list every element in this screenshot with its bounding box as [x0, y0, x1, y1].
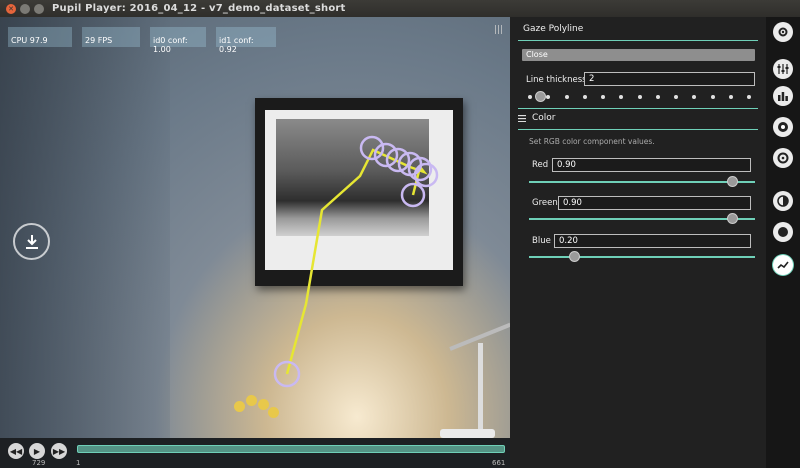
gaze-polyline-overlay [273, 135, 439, 388]
slider-step-dot [655, 95, 660, 99]
download-icon [25, 234, 38, 249]
line-thickness-slider[interactable] [520, 91, 755, 103]
trim-start-label: 1 [76, 459, 81, 467]
section-divider [518, 108, 758, 109]
seek-bar[interactable] [77, 445, 505, 453]
slider-step-dot [747, 95, 751, 99]
red-label: Red [532, 160, 549, 170]
blue-slider-handle[interactable] [569, 251, 581, 262]
slider-step-dot [528, 95, 532, 99]
vis-circle-icon [778, 122, 788, 132]
plugins-icon [777, 64, 789, 74]
play-icon: ▶ [33, 446, 41, 456]
performance-stats: CPU 97.9 29 FPS id0 conf: 1.00 id1 conf:… [8, 27, 276, 54]
gaze-polyline [285, 148, 428, 375]
plugin-settings-panel: Gaze Polyline Close Line thickness 2 Col… [510, 17, 766, 468]
slider-step-dot [564, 95, 569, 99]
panel-title-divider [518, 40, 758, 41]
rewind-button[interactable]: ◀◀ [8, 443, 24, 459]
green-slider-handle[interactable] [727, 213, 739, 224]
fixation-icon [777, 195, 789, 207]
slider-step-dot [601, 95, 605, 99]
slider-step-dot [728, 95, 733, 99]
total-frames-label: 729 [32, 459, 46, 467]
panel-title: Gaze Polyline [523, 24, 584, 34]
trim-end-label: 661 [492, 459, 506, 467]
gaze-point-circle [359, 135, 385, 161]
color-section-header[interactable]: Color [518, 113, 556, 123]
slider-step-dot [582, 95, 587, 99]
vis-dot-icon [778, 227, 788, 237]
green-input[interactable]: 0.90 [558, 196, 751, 210]
line-thickness-input[interactable]: 2 [584, 72, 755, 86]
window-title: Pupil Player: 2016_04_12 - v7_demo_datas… [52, 3, 346, 14]
green-label: Green [532, 198, 558, 208]
blue-slider-track[interactable] [529, 256, 755, 258]
hamburger-icon [518, 114, 526, 122]
id1-confidence-graph: id1 conf: 0.92 [216, 27, 276, 54]
fps-label: 29 FPS [85, 36, 113, 45]
cpu-graph: CPU 97.9 [8, 27, 72, 47]
rewind-icon: ◀◀ [9, 446, 23, 456]
slider-step-dot [619, 95, 624, 99]
fixation-button[interactable] [773, 191, 793, 211]
vis-dot-button[interactable] [773, 222, 793, 242]
window-close-button[interactable]: ✕ [6, 3, 16, 14]
line-thickness-label: Line thickness [526, 75, 587, 85]
red-slider-handle[interactable] [727, 176, 739, 187]
vis-circle-button[interactable] [773, 117, 793, 137]
id0-confidence-graph: id0 conf: 1.00 [150, 27, 206, 54]
close-plugin-button[interactable]: Close [522, 49, 755, 61]
fast-forward-button[interactable]: ▶▶ [51, 443, 67, 459]
slider-step-dot [637, 95, 642, 99]
slider-step-dot [674, 95, 678, 99]
plugins-button[interactable] [773, 59, 793, 79]
fps-graph: 29 FPS [82, 27, 140, 47]
window-maximize-button[interactable] [34, 3, 44, 14]
playback-timeline: ◀◀ ▶ ▶▶ 729 1 661 [0, 438, 510, 468]
settings-button[interactable] [773, 22, 793, 42]
plugin-icon-bar [766, 17, 800, 468]
blue-label: Blue [532, 236, 551, 246]
blue-input[interactable]: 0.20 [554, 234, 751, 248]
seek-bar-fill [78, 446, 504, 452]
color-description: Set RGB color component values. [529, 137, 655, 146]
line-thickness-slider-handle[interactable] [534, 91, 546, 102]
vis-polyline-active-icon [777, 261, 789, 269]
play-button[interactable]: ▶ [29, 443, 45, 459]
color-section-label: Color [532, 113, 556, 123]
vis-cross-button[interactable] [773, 148, 793, 168]
export-download-button[interactable] [13, 223, 50, 260]
slider-step-dot [710, 95, 715, 99]
red-slider-track[interactable] [529, 181, 755, 183]
window-titlebar: ✕ Pupil Player: 2016_04_12 - v7_demo_dat… [0, 0, 800, 17]
gaze-point-circle [385, 147, 411, 173]
vis-cross-icon [777, 152, 789, 164]
world-video-view[interactable]: CPU 97.9 29 FPS id0 conf: 1.00 id1 conf:… [0, 17, 510, 438]
vis-polyline-button[interactable] [773, 255, 793, 275]
cpu-label: CPU 97.9 [11, 36, 48, 45]
slider-step-dot [692, 95, 697, 99]
menu-toggle-icon[interactable]: ||| [494, 25, 503, 35]
green-slider-track[interactable] [529, 218, 755, 220]
red-input[interactable]: 0.90 [552, 158, 751, 172]
fast-forward-icon: ▶▶ [52, 446, 66, 456]
statistics-icon [778, 92, 788, 101]
window-minimize-button[interactable] [20, 3, 30, 14]
slider-step-dot [546, 95, 551, 99]
settings-icon [778, 27, 788, 37]
statistics-button[interactable] [773, 86, 793, 106]
color-section-divider [518, 129, 758, 130]
